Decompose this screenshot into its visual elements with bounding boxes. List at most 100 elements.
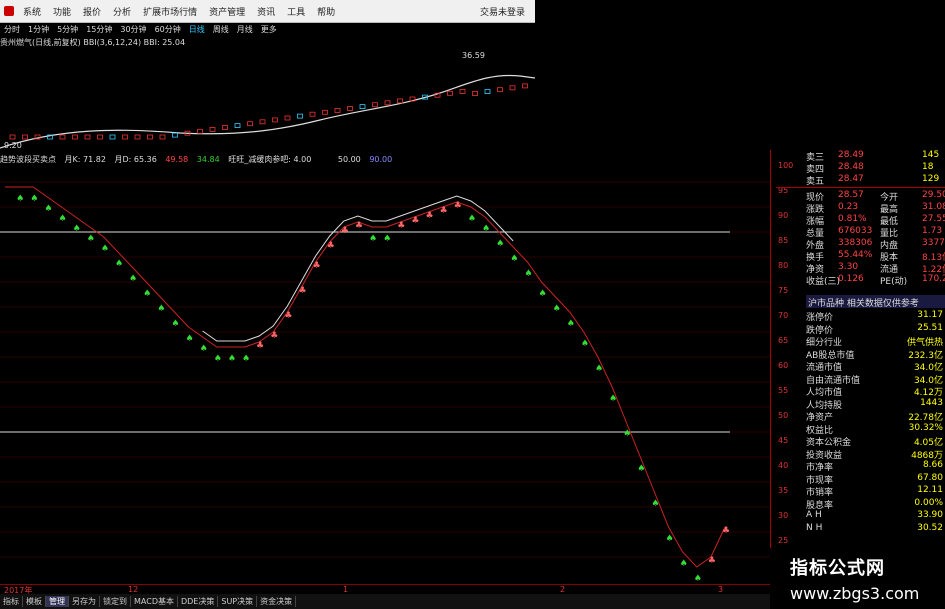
buy-marker: ♣ bbox=[397, 221, 405, 231]
detail-row: AB股总市值 232.3亿 bbox=[776, 348, 945, 361]
menu-extended-market[interactable]: 扩展市场行情 bbox=[143, 5, 197, 18]
candle bbox=[334, 108, 341, 113]
detail-label: 净资产 bbox=[806, 413, 834, 423]
tab-sup[interactable]: SUP决策 bbox=[218, 596, 258, 607]
stat-value: 28.57 bbox=[838, 190, 864, 200]
date-label: 2 bbox=[560, 585, 566, 594]
detail-label: 细分行业 bbox=[806, 338, 843, 348]
ask-price: 28.47 bbox=[838, 174, 864, 184]
detail-label: 人均市值 bbox=[806, 388, 843, 398]
tab-save-as[interactable]: 另存为 bbox=[69, 596, 100, 607]
quote-panel: 100 95 90 85 80 75 70 65 60 55 50 45 40 35 30 25 卖三 28.… bbox=[776, 150, 945, 580]
period-15min[interactable]: 15分钟 bbox=[86, 24, 112, 35]
app-logo-icon bbox=[4, 6, 14, 16]
tab-template[interactable]: 模板 bbox=[23, 596, 46, 607]
period-60min[interactable]: 60分钟 bbox=[155, 24, 181, 35]
kline-svg: 36.59 9.20 bbox=[0, 51, 536, 150]
sell-marker: ♠ bbox=[157, 304, 165, 314]
sell-marker: ♠ bbox=[129, 274, 137, 284]
detail-label: 资本公积金 bbox=[806, 438, 852, 448]
stat-row: 现价 28.57 今开 29.50 bbox=[776, 190, 945, 203]
menu-asset-management[interactable]: 资产管理 bbox=[209, 5, 245, 18]
candle bbox=[197, 128, 203, 134]
tab-indicator[interactable]: 指标 bbox=[0, 596, 23, 607]
sell-marker: ♠ bbox=[623, 429, 631, 439]
period-more[interactable]: 更多 bbox=[261, 24, 277, 35]
section-header-text: 沪市品种 相关数据仅供参考 bbox=[808, 299, 919, 309]
buy-marker: ♣ bbox=[256, 341, 264, 351]
detail-row: 市销率 12.11 bbox=[776, 485, 945, 498]
menu-quote[interactable]: 报价 bbox=[83, 5, 101, 18]
bottom-tab-bar: 指标 模板 管理 另存为 锁定到 MACD基本 DDE决策 SUP决策 资金决策 bbox=[0, 594, 770, 609]
sell-marker: ♠ bbox=[16, 194, 24, 204]
sell-marker: ♠ bbox=[30, 194, 38, 204]
buy-marker: ♣ bbox=[454, 201, 462, 211]
date-label: 3 bbox=[718, 585, 724, 594]
detail-label: 股息率 bbox=[806, 500, 834, 511]
buy-marker: ♣ bbox=[298, 286, 306, 296]
detail-row: 投资收益 4868万 bbox=[776, 448, 945, 461]
buy-marker: ♣ bbox=[411, 216, 419, 226]
stat-value: 27.55 bbox=[922, 214, 945, 224]
sell-marker: ♠ bbox=[553, 304, 561, 314]
period-timeshare[interactable]: 分时 bbox=[4, 24, 20, 35]
menu-bar: 系统 功能 报价 分析 扩展市场行情 资产管理 资讯 工具 帮助 交易未登录 bbox=[0, 0, 535, 23]
stat-value: 31.08 bbox=[922, 202, 945, 212]
detail-value: 25.51 bbox=[917, 322, 943, 333]
candle bbox=[284, 115, 291, 121]
stat-value: 0.126 bbox=[838, 274, 864, 284]
indicator-chart[interactable]: ♠ ♠ ♠ ♠ ♠ ♠ ♠ ♠ ♠ ♠ ♠ ♠ ♠ ♠ ♠ ♠ ♠ ♣ ♣ ♣ ♣ ♣ ♣ ♣ ♣ ♠ ♠ ♣ ♣ ♣ ♣ ♣ ♠ ♠ ♠ ♠ ♠ ♠ ♠ ♠… bbox=[0, 166, 770, 586]
candle bbox=[234, 123, 241, 128]
candle bbox=[147, 134, 153, 140]
date-label: 1 bbox=[343, 585, 349, 594]
detail-value: 22.78亿 bbox=[908, 413, 943, 423]
indicator-k: 月K: 71.82 bbox=[64, 155, 106, 164]
sell-marker: ♠ bbox=[581, 339, 589, 349]
tab-dde[interactable]: DDE决策 bbox=[178, 596, 219, 607]
period-weekly[interactable]: 周线 bbox=[213, 24, 229, 35]
sell-marker: ♠ bbox=[482, 224, 490, 234]
period-1min[interactable]: 1分钟 bbox=[28, 24, 49, 35]
ask-volume: 129 bbox=[922, 174, 940, 184]
trade-login-status[interactable]: 交易未登录 bbox=[480, 5, 525, 18]
detail-row: 人均持股 1443 bbox=[776, 398, 945, 411]
sell-marker: ♠ bbox=[694, 574, 702, 584]
menu-system[interactable]: 系统 bbox=[23, 5, 41, 18]
candle bbox=[472, 91, 478, 96]
tab-manage[interactable]: 管理 bbox=[46, 596, 69, 607]
period-monthly[interactable]: 月线 bbox=[237, 24, 253, 35]
detail-value: 供气供热 bbox=[906, 338, 943, 348]
candle bbox=[359, 104, 366, 109]
period-30min[interactable]: 30分钟 bbox=[120, 24, 146, 35]
indicator-text: 旺旺_减缓肉参吧: 4.00 bbox=[228, 155, 312, 164]
tab-macd[interactable]: MACD基本 bbox=[131, 596, 178, 607]
detail-value: 34.0亿 bbox=[913, 363, 943, 373]
detail-row: 市现率 67.80 bbox=[776, 473, 945, 486]
sell-marker: ♠ bbox=[143, 289, 151, 299]
detail-label: AB股总市值 bbox=[806, 350, 855, 361]
detail-row: 跌停价 25.51 bbox=[776, 322, 945, 336]
kline-panel[interactable]: 36.59 9.20 bbox=[0, 48, 536, 152]
stat-value: 676033 bbox=[838, 226, 873, 236]
ask-volume: 145 bbox=[922, 150, 940, 160]
ask-row-3: 卖三 28.49 145 bbox=[776, 150, 945, 163]
menu-news[interactable]: 资讯 bbox=[257, 5, 275, 18]
stat-row: 外盘338306内盘337727 bbox=[776, 238, 945, 251]
stat-row: 总量 676033 量比 1.73 bbox=[776, 226, 945, 239]
candle bbox=[247, 121, 253, 127]
menu-help[interactable]: 帮助 bbox=[317, 5, 335, 18]
tab-lock-to[interactable]: 锁定到 bbox=[100, 596, 131, 607]
stat-value: 55.44% bbox=[838, 250, 873, 260]
menu-function[interactable]: 功能 bbox=[53, 5, 71, 18]
tab-fund[interactable]: 资金决策 bbox=[257, 596, 297, 607]
period-daily[interactable]: 日线 bbox=[189, 24, 205, 35]
detail-value: 12.11 bbox=[917, 485, 943, 495]
separator bbox=[776, 187, 945, 188]
sell-marker: ♠ bbox=[171, 319, 179, 329]
period-5min[interactable]: 5分钟 bbox=[57, 24, 78, 35]
candle bbox=[322, 109, 328, 115]
sell-marker: ♠ bbox=[637, 464, 645, 474]
detail-row: 细分行业 供气供热 bbox=[776, 335, 945, 348]
menu-tools[interactable]: 工具 bbox=[287, 5, 305, 18]
menu-analysis[interactable]: 分析 bbox=[113, 5, 131, 18]
